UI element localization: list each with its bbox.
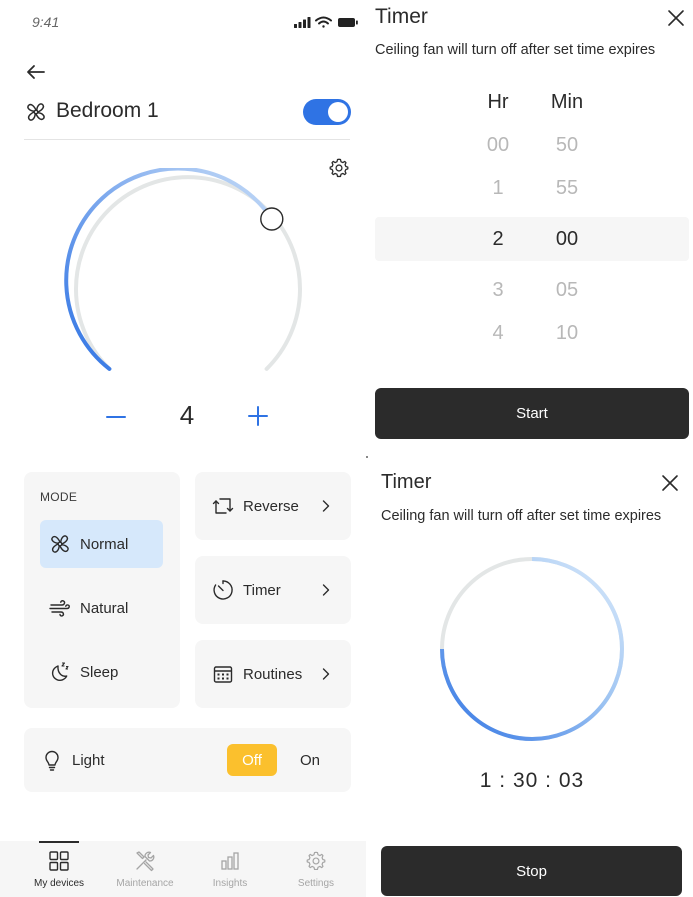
grid-icon	[49, 851, 69, 871]
device-name: Bedroom 1	[56, 99, 159, 122]
hour-option[interactable]: 4	[478, 322, 518, 345]
hour-option[interactable]: 3	[478, 279, 518, 302]
minute-option-selected[interactable]: 00	[540, 228, 594, 251]
signal-icon	[294, 17, 311, 28]
gear-icon	[306, 851, 326, 871]
timer-running-subtitle: Ceiling fan will turn off after set time…	[381, 508, 662, 524]
tab-my-devices-label: My devices	[33, 878, 84, 889]
moon-icon	[51, 662, 69, 681]
mode-sleep[interactable]: Sleep	[40, 648, 163, 696]
mode-natural-label: Natural	[80, 599, 129, 617]
dial-handle	[260, 207, 284, 231]
mode-sleep-label: Sleep	[80, 663, 119, 681]
mode-natural[interactable]: Natural	[40, 584, 163, 632]
tab-settings-label: Settings	[297, 878, 335, 889]
speed-dial[interactable]	[64, 168, 314, 388]
increase-speed-button[interactable]	[244, 402, 272, 430]
status-icons	[294, 16, 358, 28]
battery-icon	[338, 18, 358, 27]
fan-icon	[27, 103, 45, 121]
stop-button[interactable]: Stop	[381, 846, 682, 896]
minute-option[interactable]: 55	[540, 177, 594, 200]
reverse-icon	[212, 498, 234, 514]
decrease-speed-button[interactable]	[102, 403, 130, 431]
dial-progress-arc	[64, 168, 274, 371]
settings-gear-icon[interactable]	[328, 157, 350, 179]
tab-maintenance-label: Maintenance	[116, 878, 174, 889]
mode-label: MODE	[40, 490, 78, 504]
dial-track	[109, 337, 266, 369]
chevron-right-icon	[322, 668, 330, 680]
minute-option[interactable]: 50	[540, 134, 594, 157]
tab-maintenance[interactable]: Maintenance	[102, 850, 188, 894]
chevron-right-icon	[322, 500, 330, 512]
reverse-label: Reverse	[243, 497, 299, 515]
timer-picker-title: Timer	[375, 5, 428, 28]
timer-running-title: Timer	[381, 471, 432, 493]
mode-normal-label: Normal	[80, 535, 129, 553]
picker-selection-band	[375, 217, 689, 261]
hour-column-label: Hr	[487, 91, 509, 113]
tab-insights-label: Insights	[212, 878, 248, 889]
minus-icon	[106, 416, 126, 418]
status-time: 9:41	[32, 14, 60, 30]
routines-card[interactable]: Routines	[195, 640, 351, 708]
timer-picker-subtitle: Ceiling fan will turn off after set time…	[375, 42, 656, 58]
plus-icon	[248, 406, 268, 426]
back-arrow-icon[interactable]	[24, 60, 48, 84]
start-button[interactable]: Start	[375, 388, 689, 439]
hour-option[interactable]: 00	[478, 134, 518, 157]
power-toggle[interactable]	[303, 99, 351, 125]
hour-option[interactable]: 1	[478, 177, 518, 200]
active-tab-indicator	[39, 841, 79, 843]
timer-icon	[213, 580, 233, 600]
fan-icon	[51, 535, 69, 553]
mode-normal[interactable]: Normal	[40, 520, 163, 568]
chevron-right-icon	[322, 584, 330, 596]
minute-option[interactable]: 10	[540, 322, 594, 345]
light-on-button[interactable]: On	[289, 744, 331, 776]
countdown-display: 1 : 30 : 03	[479, 769, 585, 792]
timer-label: Timer	[243, 581, 281, 599]
header-divider	[24, 139, 350, 140]
wind-icon	[49, 600, 70, 617]
toggle-knob	[328, 102, 348, 122]
tab-settings[interactable]: Settings	[273, 850, 359, 894]
close-icon[interactable]	[666, 8, 686, 28]
countdown-ring	[440, 557, 624, 741]
tab-my-devices[interactable]: My devices	[16, 850, 102, 894]
reverse-card[interactable]: Reverse	[195, 472, 351, 540]
wifi-icon	[315, 16, 332, 28]
routines-label: Routines	[243, 665, 303, 683]
tab-insights[interactable]: Insights	[187, 850, 273, 894]
bar-chart-icon	[221, 852, 239, 870]
light-off-button[interactable]: Off	[227, 744, 277, 776]
calendar-icon	[213, 666, 233, 683]
speed-value: 4	[179, 400, 195, 430]
timer-card[interactable]: Timer	[195, 556, 351, 624]
light-bulb-icon	[45, 750, 59, 771]
close-icon[interactable]	[660, 473, 680, 493]
tools-icon	[136, 851, 155, 872]
minute-option[interactable]: 05	[540, 279, 594, 302]
hour-option-selected[interactable]: 2	[478, 228, 518, 251]
light-label: Light	[72, 752, 105, 769]
dial-track-arc	[74, 175, 302, 371]
minute-column-label: Min	[550, 91, 584, 113]
panel-separator	[366, 456, 368, 458]
